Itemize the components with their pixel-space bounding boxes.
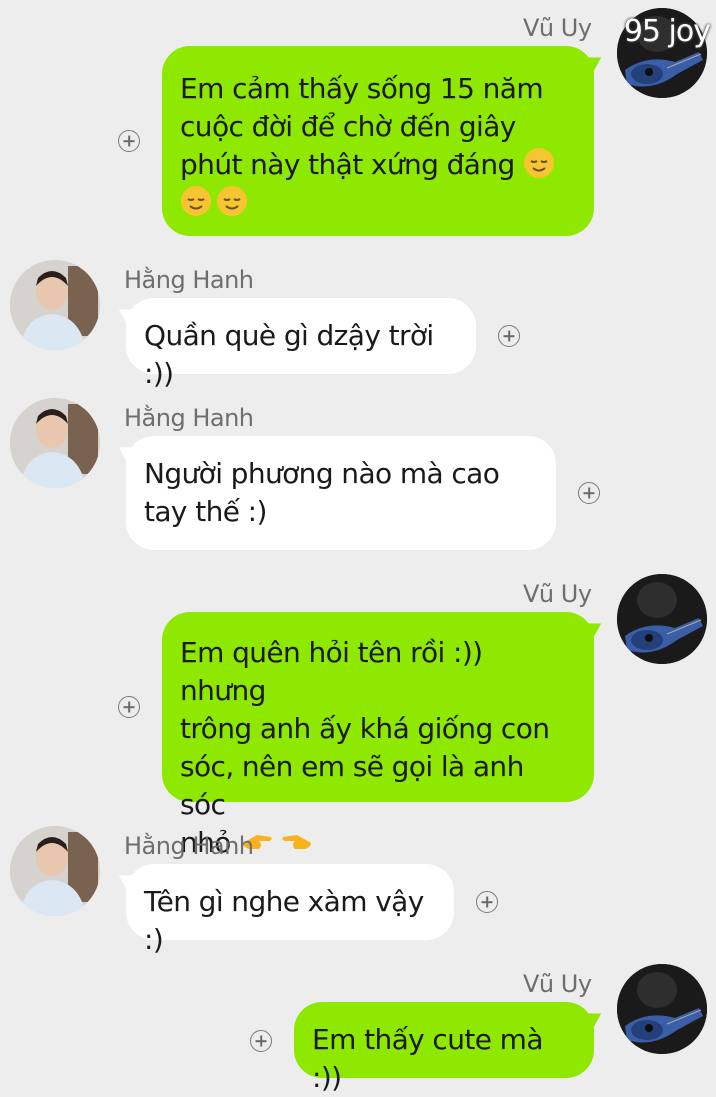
sender-name: Vũ Uy [523,580,592,608]
message-bubble[interactable]: Quần què gì dzậy trời :)) [126,298,476,390]
message-line: Tên gì nghe xàm vậy :) [144,885,424,956]
message-line: Em cảm thấy sống 15 năm [180,72,544,105]
message-line: Em thấy cute mà :)) [312,1023,544,1094]
message-line: phút này thật xứng đáng [180,148,515,181]
avatar-hang-hanh[interactable] [10,826,100,916]
emoji-row [180,184,576,222]
avatar-vu-uy[interactable] [617,574,707,664]
avatar-vu-uy[interactable] [617,964,707,1054]
message-line: Em quên hỏi tên rồi :)) nhưng [180,636,483,707]
message-line-with-emoji: phút này thật xứng đáng [180,146,576,184]
message-bubble[interactable]: Người phương nào mà cao tay thế :) [126,436,556,550]
add-reaction-icon[interactable] [250,1030,272,1052]
add-reaction-icon[interactable] [118,130,140,152]
add-reaction-icon[interactable] [476,891,498,913]
add-reaction-icon[interactable] [498,325,520,347]
message-line: sóc, nên em sẽ gọi là anh sóc [180,750,524,821]
message-line: tay thế :) [144,495,267,528]
relieved-face-emoji [523,148,554,178]
sender-name: Hằng Hanh [124,266,254,294]
avatar-hang-hanh[interactable] [10,260,100,350]
sender-name: Vũ Uy [523,14,592,42]
add-reaction-icon[interactable] [118,696,140,718]
message-line: cuộc đời để chờ đến giây [180,110,516,143]
relieved-face-emoji [181,186,211,216]
message-line: Quần què gì dzậy trời :)) [144,319,434,390]
watermark: 95 joy [623,14,711,49]
message-bubble[interactable]: Em cảm thấy sống 15 năm cuộc đời để chờ … [162,46,594,236]
message-bubble[interactable]: Em thấy cute mà :)) [294,1002,594,1094]
sender-name: Vũ Uy [523,970,592,998]
message-line: Người phương nào mà cao [144,457,500,490]
message-bubble[interactable]: Tên gì nghe xàm vậy :) [126,864,454,956]
pointing-hand-emoji [282,835,312,849]
sender-name: Hằng Hanh [124,404,254,432]
avatar-hang-hanh[interactable] [10,398,100,488]
add-reaction-icon[interactable] [578,482,600,504]
relieved-face-emoji [217,186,247,216]
message-bubble[interactable]: Em quên hỏi tên rồi :)) nhưng trông anh … [162,612,594,859]
sender-name: Hằng Hanh [124,832,254,860]
message-line: trông anh ấy khá giống con [180,712,550,745]
